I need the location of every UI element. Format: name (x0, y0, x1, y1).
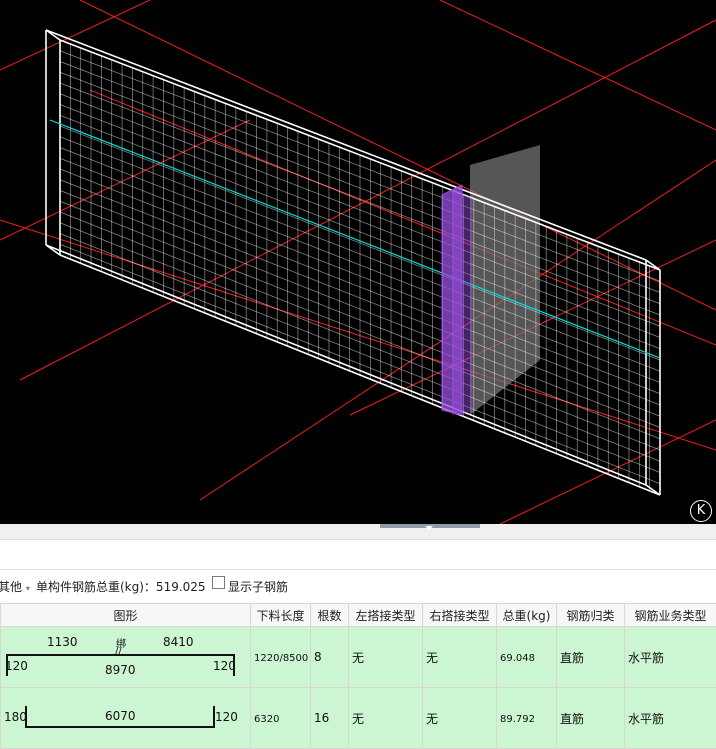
rebar-3d-scene[interactable] (0, 0, 716, 524)
shape-top-right-length: 8410 (163, 635, 194, 649)
show-sub-rebar-label[interactable]: 显示子钢筋 (228, 578, 288, 595)
table-row[interactable]: 180 6070 120 6320 16 无 无 89.792 直筋 水平筋 (0, 687, 716, 749)
rebar-shape-line (6, 654, 235, 656)
3d-viewport[interactable]: K (0, 0, 716, 524)
left-lap-cell[interactable]: 无 (348, 687, 423, 749)
cut-length-cell[interactable]: 1220/8500 (250, 626, 311, 688)
col-header-category[interactable]: 钢筋归类 (556, 603, 625, 627)
cut-length-value: 1220/8500 (254, 653, 309, 664)
count-cell[interactable]: 8 (310, 626, 349, 688)
business-type-cell[interactable]: 水平筋 (624, 626, 716, 688)
wall-centerline (49, 119, 661, 359)
col-header-left-lap[interactable]: 左搭接类型 (348, 603, 423, 627)
show-sub-rebar-checkbox[interactable] (212, 576, 225, 589)
rebar-shape-left-hook (25, 706, 27, 728)
other-dropdown-label: 其他 (0, 580, 23, 594)
rebar-info-toolbar: 其他 ▾ 单构件钢筋总重(kg)：519.025 显示子钢筋 (0, 570, 716, 602)
dropdown-arrow-icon: ▾ (25, 584, 30, 593)
axis-line (0, 0, 151, 71)
col-header-cut-length[interactable]: 下料长度 (250, 603, 311, 627)
highlighted-column-side (452, 190, 472, 415)
rebar-shape-line (25, 726, 215, 728)
panel-splitter[interactable] (0, 524, 716, 540)
cut-length-value: 6320 (254, 714, 280, 725)
left-lap-cell[interactable]: 无 (348, 626, 423, 688)
table-row[interactable]: 1130 绑 // 8410 120 8970 120 1220/8500 8 … (0, 626, 716, 688)
chevron-down-icon[interactable] (425, 526, 433, 530)
shape-cell[interactable]: 180 6070 120 (0, 687, 251, 749)
total-weight-text: 单构件钢筋总重(kg)：519.025 (36, 580, 206, 594)
axis-line (439, 0, 716, 131)
col-header-business-type[interactable]: 钢筋业务类型 (624, 603, 716, 627)
rebar-shape-left-hook (6, 654, 8, 676)
shape-middle-length: 6070 (105, 709, 136, 723)
axis-line (19, 19, 716, 381)
axis-line (0, 119, 251, 241)
shape-cell[interactable]: 1130 绑 // 8410 120 8970 120 (0, 626, 251, 688)
rebar-shape-right-hook (233, 654, 235, 676)
table-header-row: 图形 下料长度 根数 左搭接类型 右搭接类型 总重(kg) 钢筋归类 钢筋业务类… (0, 603, 716, 627)
col-header-shape[interactable]: 图形 (0, 603, 251, 627)
cut-length-cell[interactable]: 6320 (250, 687, 311, 749)
right-lap-cell[interactable]: 无 (422, 687, 497, 749)
sub-toolbar-area (0, 540, 716, 570)
shape-middle-length: 8970 (105, 663, 136, 677)
shape-left-end: 180 (4, 710, 27, 724)
axis-badge-k-icon[interactable]: K (690, 500, 712, 522)
rebar-table: 图形 下料长度 根数 左搭接类型 右搭接类型 总重(kg) 钢筋归类 钢筋业务类… (0, 603, 716, 749)
weight-value: 89.792 (500, 714, 535, 725)
wall-edge-back (45, 244, 647, 486)
weight-value: 69.048 (500, 653, 535, 664)
rebar-shape-right-hook (213, 706, 215, 728)
count-cell[interactable]: 16 (310, 687, 349, 749)
category-cell[interactable]: 直筋 (556, 626, 625, 688)
axis-line (79, 0, 716, 311)
shape-right-end: 120 (215, 710, 238, 724)
col-header-weight[interactable]: 总重(kg) (496, 603, 557, 627)
other-dropdown[interactable]: 其他 ▾ (0, 578, 30, 595)
business-type-cell[interactable]: 水平筋 (624, 687, 716, 749)
weight-cell[interactable]: 89.792 (496, 687, 557, 749)
shape-top-left-length: 1130 (47, 635, 78, 649)
right-lap-cell[interactable]: 无 (422, 626, 497, 688)
category-cell[interactable]: 直筋 (556, 687, 625, 749)
weight-cell[interactable]: 69.048 (496, 626, 557, 688)
col-header-right-lap[interactable]: 右搭接类型 (422, 603, 497, 627)
shape-left-end: 120 (5, 659, 28, 673)
col-header-count[interactable]: 根数 (310, 603, 349, 627)
